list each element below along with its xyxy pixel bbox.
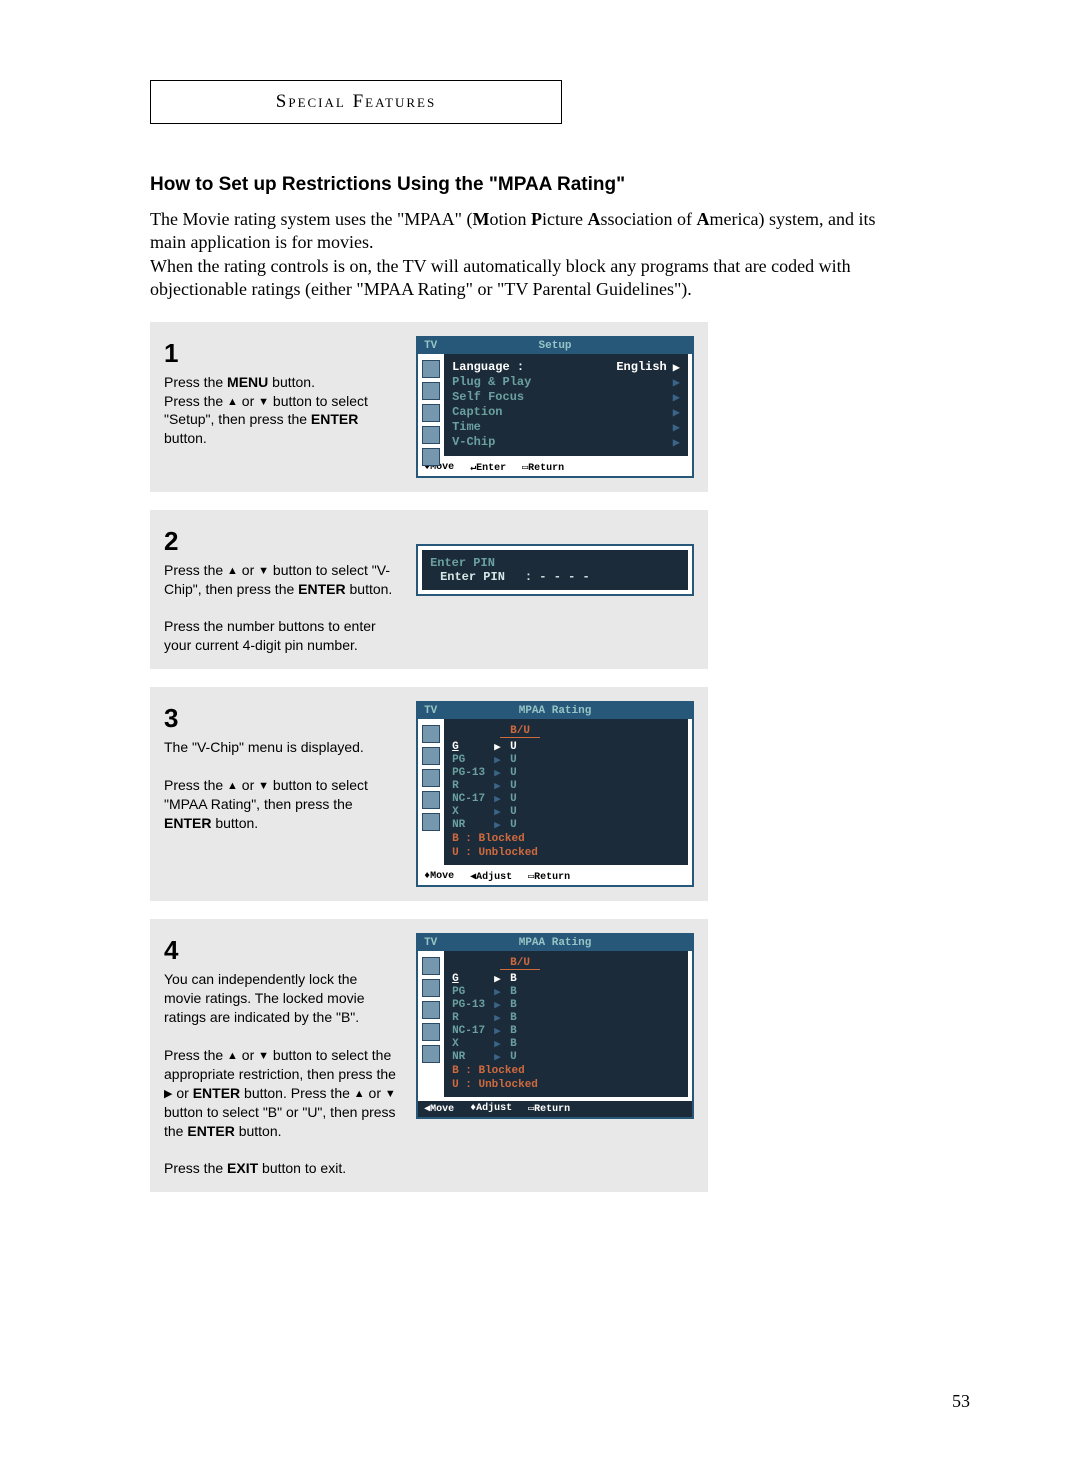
sidebar-icon bbox=[422, 725, 440, 743]
rating-row: PG▶U bbox=[452, 753, 680, 766]
rating-row: G▶B bbox=[452, 972, 680, 985]
osd3-tv-label: TV bbox=[424, 705, 437, 717]
sidebar-icon bbox=[422, 404, 440, 422]
rating-row: PG▶B bbox=[452, 985, 680, 998]
step-1-number: 1 bbox=[164, 336, 398, 371]
osd4-sidebar-icons bbox=[422, 953, 442, 1067]
osd4-legend-blocked: B : Blocked bbox=[452, 1065, 680, 1077]
osd-screen-1: TV Setup Language :English▶Plug & Play▶S… bbox=[416, 336, 694, 478]
rating-row: G▶U bbox=[452, 740, 680, 753]
osd1-menu-body: Language :English▶Plug & Play▶Self Focus… bbox=[444, 354, 688, 456]
osd4-menu-body: B/U G▶BPG▶BPG-13▶BR▶BNC-17▶BX▶BNR▶U B : … bbox=[444, 951, 688, 1097]
osd4-helpbar: ◀Move ♦Adjust ▭Return bbox=[418, 1101, 692, 1117]
chapter-header-text: Special Features bbox=[181, 91, 531, 113]
osd3-sidebar-icons bbox=[422, 721, 442, 835]
sidebar-icon bbox=[422, 769, 440, 787]
menu-item: Caption▶ bbox=[452, 405, 680, 420]
rating-row: R▶B bbox=[452, 1011, 680, 1024]
osd3-legend-blocked: B : Blocked bbox=[452, 833, 680, 845]
sidebar-icon bbox=[422, 813, 440, 831]
osd-screen-4: TV MPAA Rating B/U G▶BPG▶BPG-13▶BR▶BNC-1… bbox=[416, 933, 694, 1119]
help-return: ▭Return bbox=[522, 462, 564, 474]
step-4-text: 4 You can independently lock the movie r… bbox=[164, 933, 398, 1178]
sidebar-icon bbox=[422, 747, 440, 765]
osd4-title: MPAA Rating bbox=[519, 937, 592, 949]
rating-row: X▶U bbox=[452, 805, 680, 818]
step-2-number: 2 bbox=[164, 524, 398, 559]
sidebar-icon bbox=[422, 382, 440, 400]
step-2-body: Press the ▲ or ▼ button to select "V-Chi… bbox=[164, 561, 398, 655]
osd3-menu-body: B/U G▶UPG▶UPG-13▶UR▶UNC-17▶UX▶UNR▶U B : … bbox=[444, 719, 688, 865]
help-return: ▭Return bbox=[528, 871, 570, 883]
osd1-sidebar-icons bbox=[422, 356, 442, 470]
sidebar-icon bbox=[422, 1023, 440, 1041]
osd3-bu-header: B/U bbox=[500, 725, 540, 738]
sidebar-icon bbox=[422, 1001, 440, 1019]
sidebar-icon bbox=[422, 791, 440, 809]
sidebar-icon bbox=[422, 979, 440, 997]
help-move: ◀Move bbox=[424, 1103, 454, 1115]
step-3-text: 3 The "V-Chip" menu is displayed.Press t… bbox=[164, 701, 398, 887]
intro-paragraph: The Movie rating system uses the "MPAA" … bbox=[150, 208, 910, 302]
osd4-bu-header: B/U bbox=[500, 957, 540, 970]
osd2-value: : - - - - bbox=[525, 570, 590, 584]
help-adjust: ◀Adjust bbox=[470, 871, 512, 883]
rating-row: NC-17▶B bbox=[452, 1024, 680, 1037]
chapter-header-box: Special Features bbox=[150, 80, 562, 124]
osd3-legend-unblocked: U : Unblocked bbox=[452, 847, 680, 859]
rating-row: PG-13▶B bbox=[452, 998, 680, 1011]
rating-row: PG-13▶U bbox=[452, 766, 680, 779]
menu-item: Time▶ bbox=[452, 420, 680, 435]
menu-item: Plug & Play▶ bbox=[452, 375, 680, 390]
osd2-line: Enter PIN bbox=[440, 570, 505, 584]
sidebar-icon bbox=[422, 360, 440, 378]
step-3-body: The "V-Chip" menu is displayed.Press the… bbox=[164, 738, 398, 832]
osd3-title: MPAA Rating bbox=[519, 705, 592, 717]
osd4-tv-label: TV bbox=[424, 937, 437, 949]
page-number: 53 bbox=[952, 1391, 970, 1412]
osd3-helpbar: ♦Move ◀Adjust ▭Return bbox=[418, 869, 692, 885]
help-return: ▭Return bbox=[528, 1103, 570, 1115]
sidebar-icon bbox=[422, 957, 440, 975]
rating-row: NR▶U bbox=[452, 818, 680, 831]
menu-item: Language :English▶ bbox=[452, 360, 680, 375]
help-adjust: ♦Adjust bbox=[470, 1103, 512, 1115]
step-4-number: 4 bbox=[164, 933, 398, 968]
rating-row: NR▶U bbox=[452, 1050, 680, 1063]
osd-screen-3: TV MPAA Rating B/U G▶UPG▶UPG-13▶UR▶UNC-1… bbox=[416, 701, 694, 887]
sidebar-icon bbox=[422, 426, 440, 444]
menu-item: Self Focus▶ bbox=[452, 390, 680, 405]
rating-row: R▶U bbox=[452, 779, 680, 792]
osd1-helpbar: ♦Move ↵Enter ▭Return bbox=[418, 460, 692, 476]
step-3-row: 3 The "V-Chip" menu is displayed.Press t… bbox=[150, 687, 708, 901]
step-4-row: 4 You can independently lock the movie r… bbox=[150, 919, 708, 1192]
help-enter: ↵Enter bbox=[470, 462, 506, 474]
sidebar-icon bbox=[422, 448, 440, 466]
osd-screen-2: Enter PIN Enter PIN : - - - - bbox=[416, 544, 694, 596]
menu-item: V-Chip▶ bbox=[452, 435, 680, 450]
step-1-row: 1 Press the MENU button.Press the ▲ or ▼… bbox=[150, 322, 708, 492]
sidebar-icon bbox=[422, 1045, 440, 1063]
rating-row: X▶B bbox=[452, 1037, 680, 1050]
rating-row: NC-17▶U bbox=[452, 792, 680, 805]
step-1-body: Press the MENU button.Press the ▲ or ▼ b… bbox=[164, 373, 398, 449]
osd1-tv-label: TV bbox=[424, 340, 437, 352]
section-title: How to Set up Restrictions Using the "MP… bbox=[150, 174, 970, 196]
step-2-text: 2 Press the ▲ or ▼ button to select "V-C… bbox=[164, 524, 398, 656]
osd4-legend-unblocked: U : Unblocked bbox=[452, 1079, 680, 1091]
osd2-title: Enter PIN bbox=[430, 556, 680, 570]
step-4-body: You can independently lock the movie rat… bbox=[164, 970, 398, 1178]
osd2-body: Enter PIN Enter PIN : - - - - bbox=[422, 550, 688, 590]
step-3-number: 3 bbox=[164, 701, 398, 736]
step-2-row: 2 Press the ▲ or ▼ button to select "V-C… bbox=[150, 510, 708, 670]
step-1-text: 1 Press the MENU button.Press the ▲ or ▼… bbox=[164, 336, 398, 478]
help-move: ♦Move bbox=[424, 871, 454, 883]
osd1-title: Setup bbox=[539, 340, 572, 352]
